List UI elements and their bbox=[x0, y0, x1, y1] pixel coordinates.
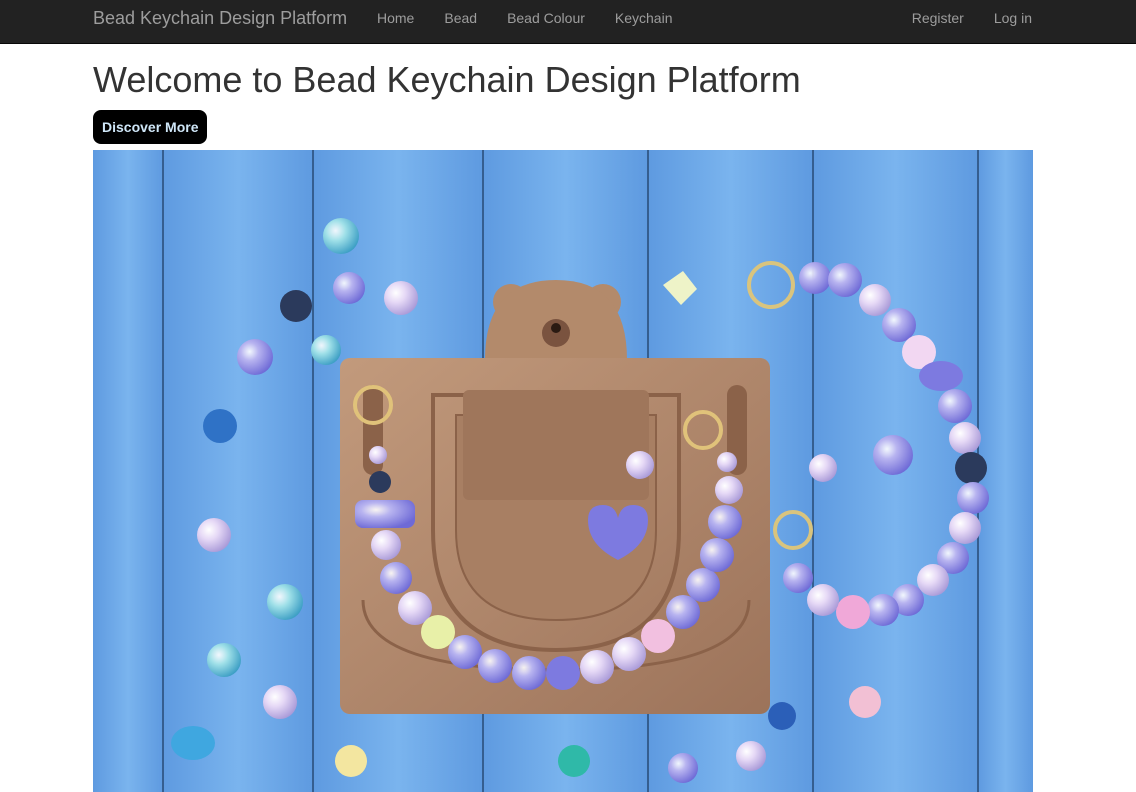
nav-bead[interactable]: Bead bbox=[444, 0, 477, 44]
discover-more-button[interactable]: Discover More bbox=[93, 110, 208, 144]
hero-illustration bbox=[93, 150, 1033, 792]
auth-nav: Register Log in bbox=[882, 0, 1032, 44]
hero-image bbox=[93, 150, 1033, 792]
top-navbar: Bead Keychain Design Platform Home Bead … bbox=[0, 0, 1136, 44]
register-link[interactable]: Register bbox=[912, 0, 964, 44]
nav-home[interactable]: Home bbox=[377, 0, 414, 44]
nav-bead-colour[interactable]: Bead Colour bbox=[507, 0, 585, 44]
page-title: Welcome to Bead Keychain Design Platform bbox=[93, 59, 801, 100]
nav-keychain[interactable]: Keychain bbox=[615, 0, 673, 44]
brand-link[interactable]: Bead Keychain Design Platform bbox=[93, 0, 347, 44]
login-link[interactable]: Log in bbox=[994, 0, 1032, 44]
main-nav: Home Bead Bead Colour Keychain bbox=[377, 0, 702, 44]
